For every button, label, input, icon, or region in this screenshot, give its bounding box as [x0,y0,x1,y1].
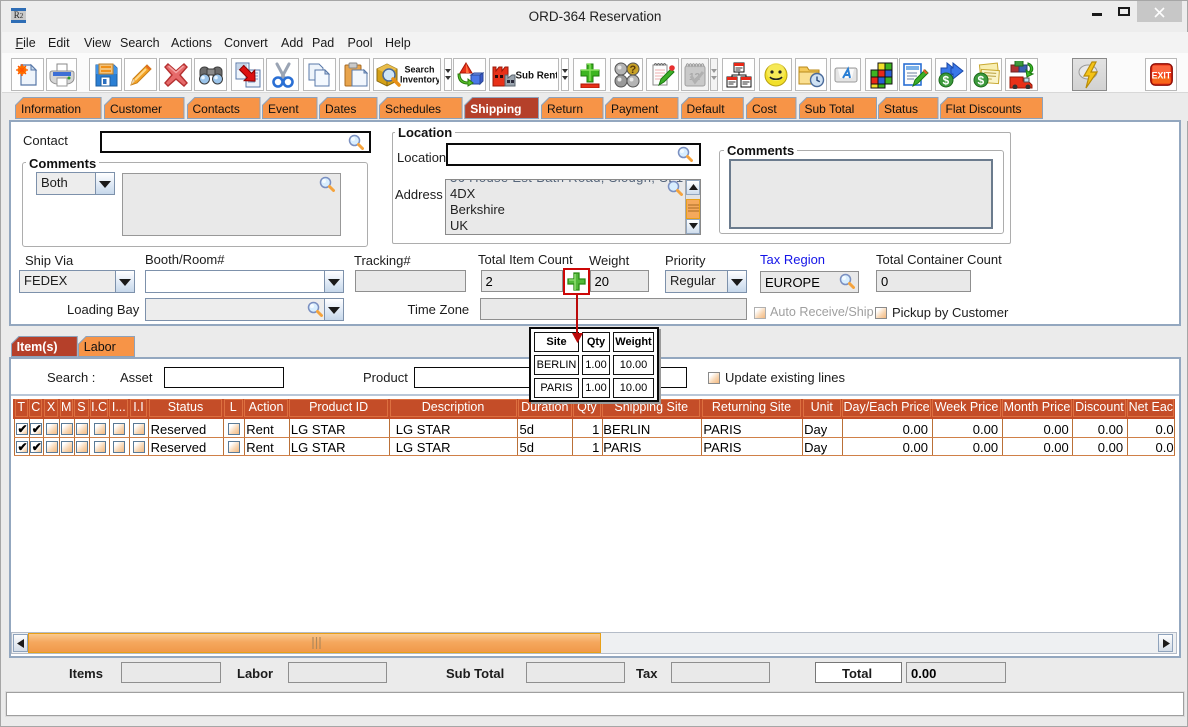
svg-text:$: $ [943,73,950,87]
svg-text:?: ? [629,64,636,76]
svg-text:$: $ [978,73,985,87]
svg-text:Sub Rent: Sub Rent [516,70,558,81]
svg-text:EXIT: EXIT [1151,71,1171,81]
svg-text:Inventory: Inventory [400,74,439,84]
svg-text:Search: Search [405,64,435,74]
